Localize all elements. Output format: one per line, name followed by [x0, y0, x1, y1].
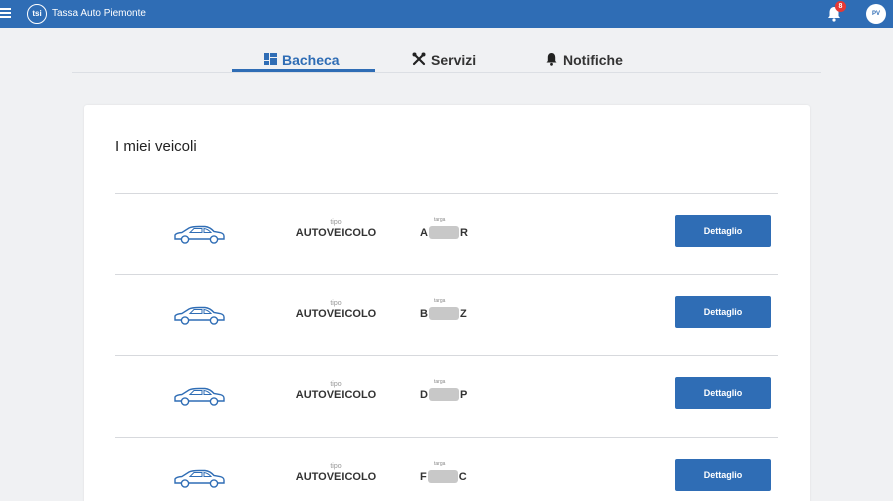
- tipo-label: tipo: [330, 381, 342, 388]
- user-avatar[interactable]: PV: [866, 4, 886, 24]
- tab-notifiche[interactable]: Notifiche: [545, 48, 623, 72]
- tipo-label: tipo: [330, 463, 342, 470]
- page-title: I miei veicoli: [115, 138, 197, 155]
- plate-suffix: Z: [459, 307, 467, 320]
- plate-suffix: C: [458, 470, 467, 483]
- vehicle-type: AUTOVEICOLO: [295, 308, 377, 320]
- dettaglio-button[interactable]: Dettaglio: [675, 215, 771, 247]
- car-icon: [174, 469, 225, 488]
- tipo-label: tipo: [330, 219, 342, 226]
- plate-suffix: P: [459, 388, 468, 401]
- logo[interactable]: tsi: [27, 4, 47, 24]
- plate-prefix: F: [420, 470, 427, 483]
- vehicle-type: AUTOVEICOLO: [295, 471, 377, 483]
- vehicle-row: tipo AUTOVEICOLO targa B Z Dettaglio: [115, 275, 778, 356]
- vehicle-type: AUTOVEICOLO: [295, 389, 377, 401]
- notification-count-badge: 8: [835, 1, 846, 12]
- targa-label: targa: [434, 298, 446, 304]
- dettaglio-button[interactable]: Dettaglio: [675, 296, 771, 328]
- license-plate: F C: [420, 470, 480, 483]
- license-plate: B Z: [420, 307, 480, 320]
- plate-redaction: [428, 388, 459, 401]
- license-plate: D P: [420, 388, 480, 401]
- targa-label: targa: [434, 461, 446, 467]
- plate-prefix: A: [420, 226, 428, 239]
- bell-icon: [545, 52, 558, 69]
- vehicle-row: tipo AUTOVEICOLO targa A R Dettaglio: [115, 194, 778, 275]
- tab-label: Servizi: [431, 52, 477, 68]
- plate-redaction: [427, 470, 458, 483]
- tools-icon: [412, 52, 426, 69]
- car-icon: [174, 225, 225, 244]
- tabs-divider: [72, 72, 821, 73]
- car-icon: [174, 387, 225, 406]
- tipo-label: tipo: [330, 300, 342, 307]
- dettaglio-button[interactable]: Dettaglio: [675, 377, 771, 409]
- vehicle-row: tipo AUTOVEICOLO targa F C Dettaglio: [115, 438, 778, 501]
- tab-label: Bacheca: [282, 52, 340, 68]
- targa-label: targa: [434, 217, 446, 223]
- dashboard-icon: [264, 52, 277, 68]
- plate-prefix: B: [420, 307, 428, 320]
- tab-label: Notifiche: [563, 52, 623, 68]
- plate-suffix: R: [459, 226, 468, 239]
- dettaglio-button[interactable]: Dettaglio: [675, 459, 771, 491]
- tab-servizi[interactable]: Servizi: [412, 48, 476, 72]
- plate-prefix: D: [420, 388, 428, 401]
- vehicle-row: tipo AUTOVEICOLO targa D P Dettaglio: [115, 356, 778, 437]
- vehicle-type: AUTOVEICOLO: [295, 227, 377, 239]
- license-plate: A R: [420, 226, 480, 239]
- plate-redaction: [428, 226, 459, 239]
- plate-redaction: [428, 307, 459, 320]
- app-title: Tassa Auto Piemonte: [52, 8, 146, 19]
- car-icon: [174, 306, 225, 325]
- targa-label: targa: [434, 379, 446, 385]
- top-bar: tsi Tassa Auto Piemonte 8 PV: [0, 0, 893, 28]
- hamburger-menu-icon[interactable]: [0, 8, 11, 20]
